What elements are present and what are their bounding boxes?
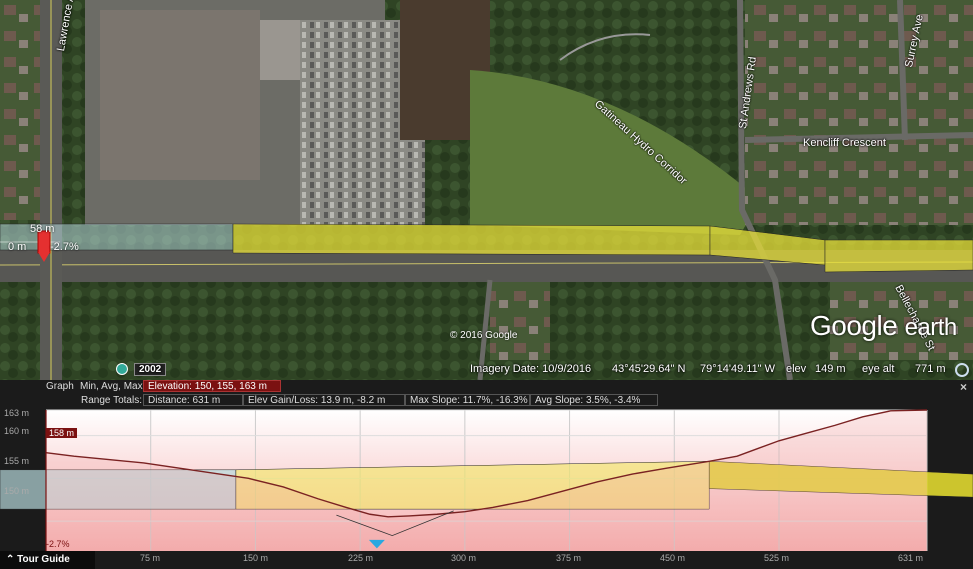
y-tick-label: 150 m (4, 486, 30, 496)
elevation-chart[interactable] (0, 408, 973, 569)
map-cursor-elevation: 58 m (30, 223, 55, 235)
chevron-up-icon: ⌃ (6, 554, 15, 565)
x-tick-label: 300 m (451, 553, 477, 563)
elevation-stats[interactable]: Elevation: 150, 155, 163 m (143, 380, 281, 392)
x-tick-label: 631 m (898, 553, 924, 563)
gain-loss-stat: Elev Gain/Loss: 13.9 m, -8.2 m (243, 394, 405, 406)
y-tick-label: 155 m (4, 456, 30, 466)
y-tick-label: 160 m (4, 426, 30, 436)
elevation-profile-panel: Graph Min, Avg, Max: Elevation: 150, 155… (0, 380, 973, 569)
longitude: 79°14'49.11" W (700, 363, 776, 375)
historical-imagery-clock-icon[interactable] (116, 363, 128, 375)
streaming-indicator-icon (955, 363, 969, 377)
close-icon[interactable]: × (960, 380, 967, 394)
map-cursor-slope: -2.7% (50, 241, 79, 253)
imagery-date: Imagery Date: 10/9/2016 (470, 363, 592, 375)
avg-slope-stat: Avg Slope: 3.5%, -3.4% (530, 394, 658, 406)
profile-header-row-2: Range Totals: Distance: 631 m Elev Gain/… (0, 394, 973, 408)
google-earth-logo: Google earth (810, 310, 957, 342)
tour-guide-button[interactable]: ⌃ Tour Guide (0, 551, 95, 569)
status-bar: 2002 Imagery Date: 10/9/2016 43°45'29.64… (0, 358, 973, 380)
tour-guide-label: Tour Guide (17, 554, 70, 565)
latitude: 43°45'29.64" N (612, 363, 686, 375)
distance-stat: Distance: 631 m (143, 394, 243, 406)
eye-alt-label: eye alt (862, 363, 895, 375)
cursor-elevation-badge: 158 m (46, 428, 78, 438)
x-tick-label: 150 m (243, 553, 269, 563)
copyright-notice: © 2016 Google (450, 330, 518, 341)
cursor-slope-label: -2.7% (46, 539, 70, 549)
x-tick-label: 75 m (140, 553, 161, 563)
elevation-graph[interactable]: 163 m 160 m 155 m 150 m 75 m 150 m 225 m… (0, 408, 973, 569)
elev-value: 149 m (815, 363, 846, 375)
map-cursor-zero: 0 m (8, 241, 27, 253)
max-slope-stat: Max Slope: 11.7%, -16.3% (405, 394, 530, 406)
elev-label: elev (786, 363, 807, 375)
x-tick-label: 225 m (348, 553, 374, 563)
x-tick-label: 450 m (660, 553, 686, 563)
x-tick-label: 375 m (556, 553, 582, 563)
logo-google: Google (810, 310, 898, 341)
stats-label: Min, Avg, Max: (80, 381, 146, 392)
satellite-map[interactable]: Lawrence Ave E Gatineau Hydro Corridor S… (0, 0, 973, 380)
eye-alt-value: 771 m (915, 363, 946, 375)
logo-earth: earth (904, 314, 958, 341)
profile-header-row-1: Graph Min, Avg, Max: Elevation: 150, 155… (0, 380, 973, 394)
y-tick-label: 163 m (4, 408, 30, 418)
range-totals-label: Range Totals: (81, 395, 142, 406)
historical-year-badge[interactable]: 2002 (134, 363, 167, 376)
graph-label: Graph (46, 381, 74, 392)
road-label-kencliff: Kencliff Crescent (803, 137, 886, 149)
x-tick-label: 525 m (764, 553, 790, 563)
